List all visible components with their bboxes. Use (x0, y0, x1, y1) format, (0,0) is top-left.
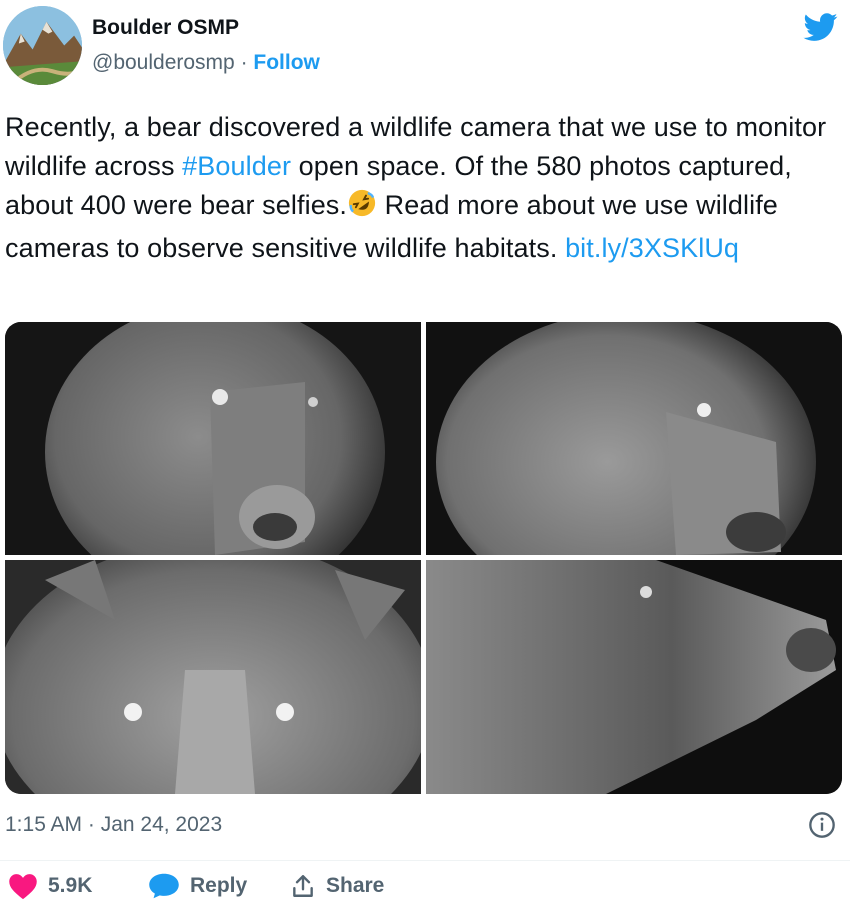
bear-selfie-photo-3[interactable] (5, 560, 421, 794)
follow-button[interactable]: Follow (253, 51, 320, 74)
heart-icon (9, 874, 37, 900)
reply-label: Reply (190, 874, 248, 897)
share-icon (293, 875, 313, 897)
reply-bubble-icon (149, 873, 179, 899)
like-count: 5.9K (48, 874, 93, 897)
divider (0, 860, 850, 861)
share-label: Share (326, 874, 385, 897)
twitter-bird-icon[interactable] (802, 10, 840, 44)
author-handle[interactable]: @boulderosmp (92, 51, 235, 74)
author-handle-line: @boulderosmp · Follow (92, 51, 320, 75)
share-button[interactable]: Share (290, 872, 384, 900)
avatar-mountain-logo (3, 6, 82, 85)
media-grid (5, 322, 842, 794)
info-icon[interactable] (808, 811, 836, 839)
avatar[interactable] (3, 6, 82, 85)
bear-selfie-photo-4[interactable] (426, 560, 842, 794)
hashtag-boulder[interactable]: #Boulder (182, 151, 291, 181)
author-name[interactable]: Boulder OSMP (92, 16, 239, 40)
tweet-link[interactable]: bit.ly/3XSKlUq (565, 233, 739, 263)
bear-selfie-photo-2[interactable] (426, 322, 842, 555)
like-button[interactable]: 5.9K (8, 872, 92, 900)
tweet-text: Recently, a bear discovered a wildlife c… (5, 108, 845, 268)
separator-dot: · (234, 51, 254, 74)
tweet-timestamp[interactable]: 1:15 AM · Jan 24, 2023 (5, 813, 222, 837)
bear-selfie-photo-1[interactable] (5, 322, 421, 555)
action-bar: 5.9K Reply Share (0, 872, 850, 902)
reply-button[interactable]: Reply (148, 872, 247, 900)
rolling-on-floor-laughing-emoji (347, 188, 377, 229)
